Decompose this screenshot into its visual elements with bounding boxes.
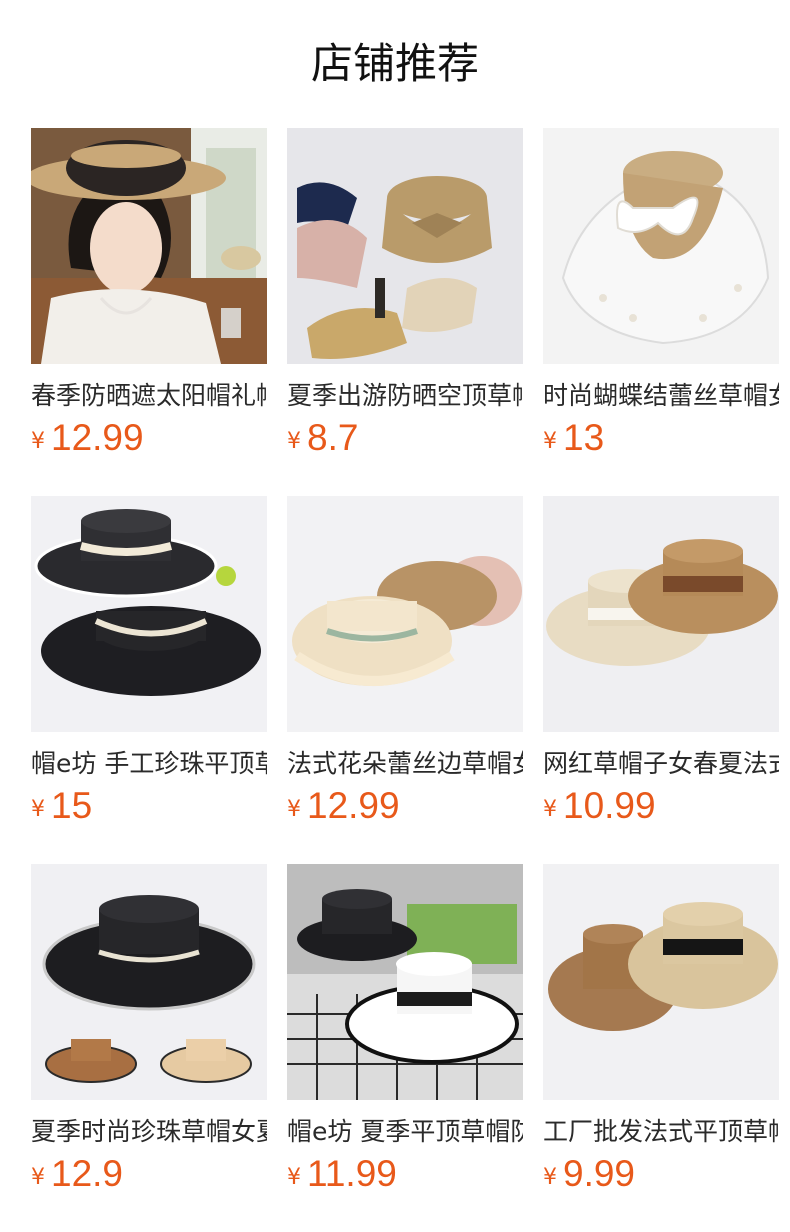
product-card[interactable]: 帽e坊 手工珍珠平顶草帽 ¥15 (31, 496, 267, 826)
price-value: 12.99 (51, 417, 144, 458)
product-card[interactable]: 工厂批发法式平顶草帽女 ¥9.99 (543, 864, 779, 1194)
product-card[interactable]: 法式花朵蕾丝边草帽女夏 ¥12.99 (287, 496, 523, 826)
currency-symbol: ¥ (287, 1165, 301, 1190)
product-card[interactable]: 春季防晒遮太阳帽礼帽女 ¥12.99 (31, 128, 267, 458)
rolled-visor-hats-icon (287, 128, 523, 364)
currency-symbol: ¥ (543, 797, 557, 822)
lace-trim-straw-hats-icon (287, 496, 523, 732)
currency-symbol: ¥ (31, 797, 45, 822)
product-name[interactable]: 夏季时尚珍珠草帽女夏季 (31, 1116, 267, 1148)
section-title: 店铺推荐 (310, 39, 479, 88)
price-value: 13 (563, 417, 605, 458)
product-card[interactable]: 网红草帽子女春夏法式平 ¥10.99 (543, 496, 779, 826)
black-pearl-boater-hat-icon (31, 496, 267, 732)
product-image[interactable] (287, 496, 523, 732)
product-price: ¥8.7 (287, 416, 358, 460)
product-price: ¥12.99 (287, 784, 400, 828)
price-value: 12.99 (307, 785, 400, 826)
product-price: ¥15 (31, 784, 92, 828)
currency-symbol: ¥ (31, 429, 45, 454)
pearl-trim-boater-hats-icon (31, 864, 267, 1100)
product-price: ¥11.99 (287, 1152, 397, 1196)
currency-symbol: ¥ (287, 429, 301, 454)
product-name[interactable]: 网红草帽子女春夏法式平 (543, 748, 779, 780)
product-name[interactable]: 帽e坊 手工珍珠平顶草帽 (31, 748, 267, 780)
price-value: 12.9 (51, 1153, 124, 1194)
product-card[interactable]: 夏季出游防晒空顶草帽女 ¥8.7 (287, 128, 523, 458)
price-value: 9.99 (563, 1153, 636, 1194)
product-image[interactable] (543, 864, 779, 1100)
product-price: ¥10.99 (543, 784, 656, 828)
black-white-boater-hats-icon (287, 864, 523, 1100)
product-name[interactable]: 法式花朵蕾丝边草帽女夏 (287, 748, 523, 780)
product-card[interactable]: 时尚蝴蝶结蕾丝草帽女夏 ¥13 (543, 128, 779, 458)
two-boater-hats-icon (543, 496, 779, 732)
ribbon-boater-hats-icon (543, 864, 779, 1100)
product-name[interactable]: 夏季出游防晒空顶草帽女 (287, 380, 523, 412)
currency-symbol: ¥ (287, 797, 301, 822)
price-value: 15 (51, 785, 93, 826)
price-value: 8.7 (307, 417, 359, 458)
currency-symbol: ¥ (543, 429, 557, 454)
product-image[interactable] (287, 864, 523, 1100)
product-price: ¥12.9 (31, 1152, 123, 1196)
price-value: 11.99 (307, 1153, 397, 1194)
product-image[interactable] (31, 128, 267, 364)
product-name[interactable]: 帽e坊 夏季平顶草帽防晒 (287, 1116, 523, 1148)
product-name[interactable]: 工厂批发法式平顶草帽女 (543, 1116, 779, 1148)
lace-bow-straw-hat-icon (543, 128, 779, 364)
product-name[interactable]: 春季防晒遮太阳帽礼帽女 (31, 380, 267, 412)
product-price: ¥12.99 (31, 416, 144, 460)
product-image[interactable] (31, 496, 267, 732)
product-image[interactable] (31, 864, 267, 1100)
product-image[interactable] (543, 496, 779, 732)
price-value: 10.99 (563, 785, 656, 826)
product-image[interactable] (543, 128, 779, 364)
currency-symbol: ¥ (543, 1165, 557, 1190)
product-name[interactable]: 时尚蝴蝶结蕾丝草帽女夏 (543, 380, 779, 412)
product-card[interactable]: 帽e坊 夏季平顶草帽防晒 ¥11.99 (287, 864, 523, 1194)
woman-wearing-straw-hat-icon (31, 128, 267, 364)
currency-symbol: ¥ (31, 1165, 45, 1190)
product-card[interactable]: 夏季时尚珍珠草帽女夏季 ¥12.9 (31, 864, 267, 1194)
product-image[interactable] (287, 128, 523, 364)
product-price: ¥9.99 (543, 1152, 635, 1196)
product-price: ¥13 (543, 416, 604, 460)
